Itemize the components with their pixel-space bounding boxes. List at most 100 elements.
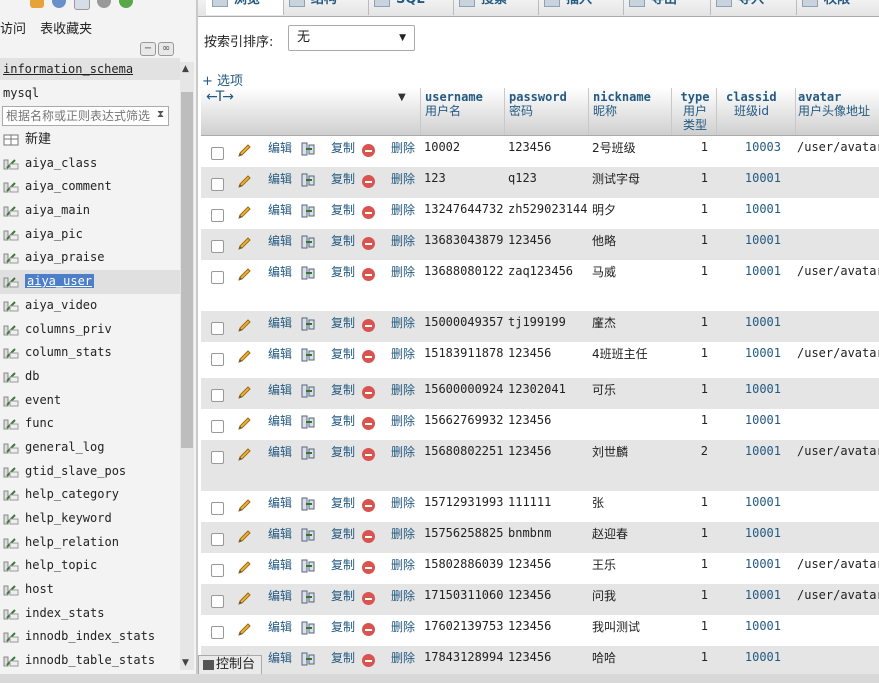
row-checkbox[interactable] (211, 209, 224, 222)
cell-classid[interactable]: 10001 (721, 264, 781, 278)
row-checkbox[interactable] (211, 389, 224, 402)
copy-icon[interactable] (300, 348, 316, 362)
delete-link[interactable]: 删除 (391, 314, 415, 331)
copy-icon[interactable] (300, 384, 316, 398)
cell-classid[interactable]: 10001 (721, 557, 781, 571)
delete-link[interactable]: 删除 (391, 381, 415, 398)
tree-item-table[interactable]: aiya_pic (0, 223, 180, 247)
copy-icon[interactable] (300, 497, 316, 511)
pencil-icon[interactable] (236, 529, 252, 545)
database-information-schema[interactable]: information_schema (0, 58, 180, 80)
copy-link[interactable]: 复制 (331, 314, 355, 331)
delete-icon[interactable] (362, 319, 375, 332)
copy-icon[interactable] (300, 559, 316, 573)
copy-link[interactable]: 复制 (331, 201, 355, 218)
delete-link[interactable]: 删除 (391, 649, 415, 666)
bottom-scrollbar[interactable] (0, 674, 879, 683)
copy-link[interactable]: 复制 (331, 170, 355, 187)
cell-classid[interactable]: 10001 (721, 588, 781, 602)
copy-icon[interactable] (300, 652, 316, 666)
delete-link[interactable]: 删除 (391, 263, 415, 280)
delete-icon[interactable] (362, 206, 375, 219)
edit-link[interactable]: 编辑 (268, 201, 292, 218)
tab-privileges[interactable]: 权限 (796, 0, 879, 15)
edit-link[interactable]: 编辑 (268, 494, 292, 511)
help-icon[interactable] (51, 0, 66, 8)
delete-icon[interactable] (362, 268, 375, 281)
delete-link[interactable]: 删除 (391, 525, 415, 542)
clear-filter-icon[interactable]: ⧗ (157, 109, 164, 120)
copy-icon[interactable] (300, 415, 316, 429)
copy-icon[interactable] (300, 204, 316, 218)
copy-link[interactable]: 复制 (331, 525, 355, 542)
cell-classid[interactable]: 10001 (721, 526, 781, 540)
header-type[interactable]: type 用户类型 (676, 90, 714, 132)
reload-icon[interactable] (119, 0, 134, 8)
cell-classid[interactable]: 10001 (721, 202, 781, 216)
copy-link[interactable]: 复制 (331, 443, 355, 460)
row-checkbox[interactable] (211, 502, 224, 515)
edit-link[interactable]: 编辑 (268, 525, 292, 542)
tab-search[interactable]: 搜索 (453, 0, 539, 15)
delete-link[interactable]: 删除 (391, 170, 415, 187)
cell-classid[interactable]: 10001 (721, 382, 781, 396)
tab-structure[interactable]: 结构 (283, 0, 369, 15)
copy-icon[interactable] (300, 528, 316, 542)
edit-link[interactable]: 编辑 (268, 314, 292, 331)
copy-icon[interactable] (300, 142, 316, 156)
tab-browse[interactable]: 浏览 (206, 0, 284, 15)
delete-link[interactable]: 删除 (391, 443, 415, 460)
tab-insert[interactable]: 插入 (538, 0, 624, 15)
tab-sql[interactable]: SQL (368, 0, 454, 15)
copy-icon[interactable] (300, 266, 316, 280)
tree-item-table[interactable]: innodb_index_stats (0, 625, 180, 649)
row-checkbox[interactable] (211, 626, 224, 639)
row-checkbox[interactable] (211, 451, 224, 464)
edit-link[interactable]: 编辑 (268, 618, 292, 635)
edit-link[interactable]: 编辑 (268, 139, 292, 156)
pencil-icon[interactable] (236, 622, 252, 638)
docs-icon[interactable] (73, 0, 90, 10)
header-username[interactable]: username 用户名 (425, 90, 483, 118)
tree-item-table[interactable]: aiya_class (0, 152, 180, 176)
delete-link[interactable]: 删除 (391, 494, 415, 511)
cell-classid[interactable]: 10001 (721, 495, 781, 509)
row-checkbox[interactable] (211, 240, 224, 253)
tree-item-table[interactable]: aiya_main (0, 199, 180, 223)
row-checkbox[interactable] (211, 147, 224, 160)
tree-item-table[interactable]: func (0, 412, 180, 436)
copy-link[interactable]: 复制 (331, 587, 355, 604)
row-checkbox[interactable] (211, 178, 224, 191)
cell-classid[interactable]: 10001 (721, 346, 781, 360)
tree-item-table[interactable]: help_category (0, 483, 180, 507)
table-filter-input[interactable] (3, 107, 157, 124)
tree-item-table[interactable]: help_topic (0, 554, 180, 578)
delete-link[interactable]: 删除 (391, 345, 415, 362)
delete-link[interactable]: 删除 (391, 618, 415, 635)
scroll-down-icon[interactable]: ▼ (182, 658, 189, 668)
copy-icon[interactable] (300, 173, 316, 187)
copy-link[interactable]: 复制 (331, 649, 355, 666)
delete-link[interactable]: 删除 (391, 139, 415, 156)
delete-link[interactable]: 删除 (391, 412, 415, 429)
tree-item-table[interactable]: aiya_user (0, 270, 180, 294)
delete-icon[interactable] (362, 499, 375, 512)
copy-icon[interactable] (300, 235, 316, 249)
pencil-icon[interactable] (236, 205, 252, 221)
pencil-icon[interactable] (236, 174, 252, 190)
edit-link[interactable]: 编辑 (268, 587, 292, 604)
nav-link-favorites[interactable]: 表收藏夹 (40, 22, 92, 37)
delete-icon[interactable] (362, 654, 375, 667)
cell-classid[interactable]: 10001 (721, 233, 781, 247)
delete-icon[interactable] (362, 623, 375, 636)
copy-link[interactable]: 复制 (331, 232, 355, 249)
edit-link[interactable]: 编辑 (268, 170, 292, 187)
tree-item-table[interactable]: aiya_comment (0, 175, 180, 199)
delete-link[interactable]: 删除 (391, 232, 415, 249)
delete-icon[interactable] (362, 350, 375, 363)
delete-icon[interactable] (362, 592, 375, 605)
copy-icon[interactable] (300, 446, 316, 460)
cell-classid[interactable]: 10001 (721, 413, 781, 427)
copy-icon[interactable] (300, 590, 316, 604)
edit-link[interactable]: 编辑 (268, 443, 292, 460)
